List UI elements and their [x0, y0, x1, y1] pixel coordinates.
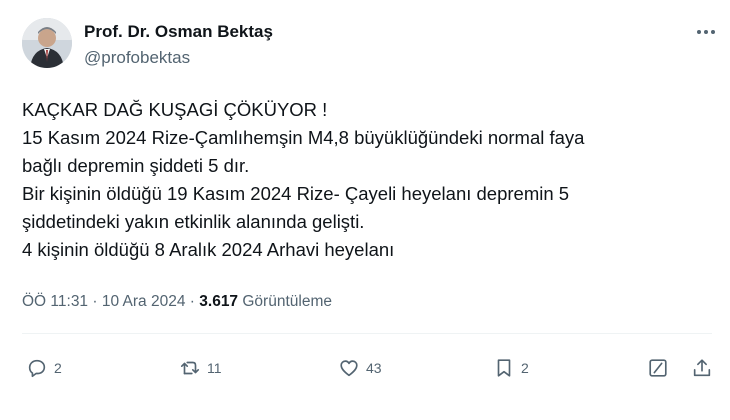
like-count: 43: [366, 360, 382, 376]
views-label: Görüntüleme: [242, 293, 332, 310]
share-button[interactable]: [691, 356, 713, 380]
more-options-button[interactable]: [690, 22, 722, 42]
reply-button[interactable]: 2: [26, 356, 62, 380]
bookmark-button[interactable]: 2: [493, 356, 529, 380]
retweet-icon: [180, 361, 200, 375]
tweet-text: KAÇKAR DAĞ KUŞAGİ ÇÖKÜYOR ! 15 Kasım 202…: [22, 96, 702, 264]
tweet-line: 4 kişinin öldüğü 8 Aralık 2024 Arhavi he…: [22, 239, 395, 260]
reply-count: 2: [54, 360, 62, 376]
tweet-line: şiddetindeki yakın etkinlik alanında gel…: [22, 211, 365, 232]
tweet-line: Bir kişinin öldüğü 19 Kasım 2024 Rize- Ç…: [22, 183, 570, 204]
tweet-line: bağlı depremin şiddeti 5 dır.: [22, 155, 250, 176]
retweet-button[interactable]: 11: [179, 356, 222, 380]
grok-icon: [649, 359, 667, 377]
meta-separator: ·: [92, 293, 98, 310]
tweet-line: 15 Kasım 2024 Rize-Çamlıhemşin M4,8 büyü…: [22, 127, 585, 148]
more-icon: [697, 30, 715, 34]
like-icon: [340, 360, 358, 377]
grok-button[interactable]: [647, 356, 669, 380]
tweet-time[interactable]: ÖÖ 11:31: [22, 293, 88, 310]
bookmark-icon: [497, 359, 511, 377]
tweet-date[interactable]: 10 Ara 2024: [102, 293, 186, 310]
tweet-line: KAÇKAR DAĞ KUŞAGİ ÇÖKÜYOR !: [22, 99, 328, 120]
author-handle[interactable]: @profobektas: [84, 48, 190, 68]
like-button[interactable]: 43: [338, 356, 382, 380]
divider: [22, 333, 712, 334]
views-count: 3.617: [199, 293, 239, 310]
reply-icon: [28, 359, 46, 378]
retweet-count: 11: [207, 360, 222, 376]
meta-separator: ·: [189, 293, 195, 310]
avatar-photo: [22, 18, 72, 68]
author-name[interactable]: Prof. Dr. Osman Bektaş: [84, 22, 273, 42]
tweet-meta: ÖÖ 11:31 · 10 Ara 2024 · 3.617 Görüntüle…: [22, 293, 332, 311]
bookmark-count: 2: [521, 360, 529, 376]
avatar[interactable]: [22, 18, 72, 68]
share-icon: [693, 359, 711, 377]
